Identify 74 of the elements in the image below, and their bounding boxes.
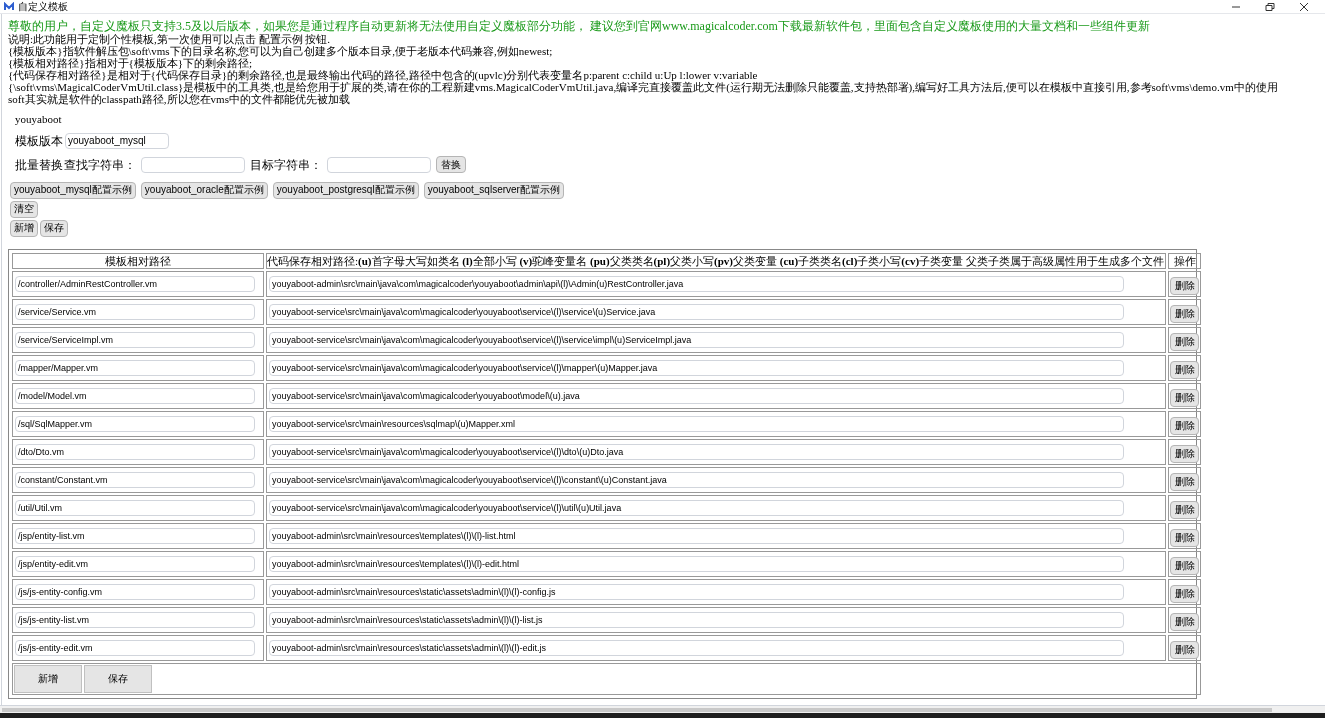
app-logo-icon: [4, 2, 14, 11]
template-path-field[interactable]: /js/js-entity-edit.vm: [15, 639, 255, 656]
add-button[interactable]: 新增: [14, 664, 82, 693]
output-path-field[interactable]: youyaboot-admin\src\main\resources\templates\(l)\(l)-edit.html: [269, 555, 1124, 572]
template-path-field[interactable]: /service/ServiceImpl.vm: [15, 331, 255, 348]
help-text: 说明:此功能用于定制个性模板,第一次使用可以点击 配置示例 按钮.: [8, 33, 332, 45]
output-path-field[interactable]: youyaboot-admin\src\main\resources\templates\(l)\(l)-list.html: [269, 527, 1124, 544]
template-path-field[interactable]: /controller/AdminRestController.vm: [15, 275, 255, 292]
template-path-field[interactable]: /constant/Constant.vm: [15, 471, 255, 488]
save-button[interactable]: 保存: [84, 664, 152, 693]
template-path-field[interactable]: /mapper/Mapper.vm: [15, 359, 255, 376]
delete-button[interactable]: 删除: [1170, 388, 1199, 407]
delete-button[interactable]: 删除: [1170, 416, 1199, 435]
output-path-field[interactable]: youyaboot-service\src\main\java\com\magicalcoder\youyaboot\service\(l)\util\(u)Util.java: [269, 499, 1124, 516]
example-config-button[interactable]: youyaboot_oracle配置示例: [140, 181, 268, 199]
example-config-button[interactable]: youyaboot_postgresql配置示例: [272, 181, 419, 199]
help-text: {模板版本}指软件解压包\soft\vms下的目录名称,您可以为自己创建多个版本目录,便于老版本代码兼容,例如newest;: [8, 45, 554, 57]
output-path-field[interactable]: youyaboot-service\src\main\java\com\magicalcoder\youyaboot\service\(l)\constant\(u)Constant.java: [269, 471, 1124, 488]
field-label: 批量替换: [15, 156, 63, 174]
example-config-button[interactable]: youyaboot_sqlserver配置示例: [423, 181, 564, 199]
template-path-field[interactable]: /sql/SqlMapper.vm: [15, 415, 255, 432]
column-header: 代码保存相对路径:(u)首字母大写如类名 (l)全部小写 (v)驼峰变量名 (pu)父类类名(pl)父类小写(pv)父类变量 (cu)子类类名(cl)子类小写(cv)子类变量 父类子类属于高级属性用于生成多个文件: [266, 252, 1166, 269]
output-path-field[interactable]: youyaboot-service\src\main\java\com\magicalcoder\youyaboot\service\(l)\mapper\(u)Mapper.java: [269, 359, 1124, 376]
output-path-field[interactable]: youyaboot-admin\src\main\resources\static\assets\admin\(l)\(l)-list.js: [269, 611, 1124, 628]
delete-button[interactable]: 删除: [1170, 276, 1199, 295]
replace-button[interactable]: 替换: [436, 156, 466, 173]
template-path-field[interactable]: /service/Service.vm: [15, 303, 255, 320]
template-path-field[interactable]: /jsp/entity-list.vm: [15, 527, 255, 544]
restore-icon[interactable]: [1265, 2, 1275, 11]
output-path-field[interactable]: youyaboot-admin\src\main\java\com\magicalcoder\youyaboot\admin\api\(l)\Admin(u)RestController.java: [269, 275, 1124, 292]
window-title: 自定义模板: [18, 0, 68, 13]
delete-button[interactable]: 删除: [1170, 500, 1199, 519]
delete-button[interactable]: 删除: [1170, 584, 1199, 603]
template-path-field[interactable]: /js/js-entity-config.vm: [15, 583, 255, 600]
delete-button[interactable]: 删除: [1170, 332, 1199, 351]
clear-button[interactable]: 清空: [10, 200, 38, 218]
column-header: 模板相对路径: [12, 252, 264, 269]
example-config-button[interactable]: youyaboot_mysql配置示例: [10, 181, 136, 199]
delete-button[interactable]: 删除: [1170, 360, 1199, 379]
help-text: soft其实就是软件的classpath路径,所以您在vms中的文件都能优先被加载: [8, 93, 351, 105]
delete-button[interactable]: 删除: [1170, 444, 1199, 463]
help-text: {模板相对路径}指相对于{模板版本}下的剩余路径;: [8, 57, 253, 69]
field-label: 目标字符串：: [250, 156, 322, 174]
project-name: youyaboot: [15, 112, 63, 127]
field-label: 查找字符串：: [64, 156, 136, 174]
find-string-field[interactable]: [141, 156, 245, 173]
notice-text: 尊敬的用户，自定义魔板只支持3.5及以后版本，如果您是通过程序自动更新将无法使用自定义魔板部分功能， 建议您到官网www.magicalcoder.com下载最新软件包，里面包含自定义魔板使用的大量文档和一些组件更新: [8, 20, 1151, 33]
output-path-field[interactable]: youyaboot-service\src\main\java\com\magicalcoder\youyaboot\service\(l)\service\(u)Service.java: [269, 303, 1124, 320]
target-string-field[interactable]: [327, 156, 431, 173]
template-version-field[interactable]: youyaboot_mysql: [65, 132, 169, 149]
template-path-field[interactable]: /util/Util.vm: [15, 499, 255, 516]
delete-button[interactable]: 删除: [1170, 556, 1199, 575]
output-path-field[interactable]: youyaboot-service\src\main\java\com\magicalcoder\youyaboot\service\(l)\service\impl\(u)ServiceImpl.java: [269, 331, 1124, 348]
template-path-field[interactable]: /dto/Dto.vm: [15, 443, 255, 460]
output-path-field[interactable]: youyaboot-service\src\main\resources\sqlmap\(u)Mapper.xml: [269, 415, 1124, 432]
output-path-field[interactable]: youyaboot-service\src\main\java\com\magicalcoder\youyaboot\model\(u).java: [269, 387, 1124, 404]
help-text: {\soft\vms\MagicalCoderVmUtil.class}是模板中的工具类,也是给您用于扩展的类,请在你的工程新建vms.MagicalCoderVmUtil.java,编译完直接覆盖此文件(运行期无法删除只能覆盖,支持热部署),编写好工具方法后,便可以在模板中直接引用,参考soft\vms\demo.vm中的使用: [8, 81, 1279, 93]
delete-button[interactable]: 删除: [1170, 472, 1199, 491]
close-icon[interactable]: [1299, 2, 1309, 11]
output-path-field[interactable]: youyaboot-admin\src\main\resources\static\assets\admin\(l)\(l)-config.js: [269, 583, 1124, 600]
output-path-field[interactable]: youyaboot-service\src\main\java\com\magicalcoder\youyaboot\service\(l)\dto\(u)Dto.java: [269, 443, 1124, 460]
output-path-field[interactable]: youyaboot-admin\src\main\resources\static\assets\admin\(l)\(l)-edit.js: [269, 639, 1124, 656]
save-button[interactable]: 保存: [40, 219, 68, 237]
help-text: {代码保存相对路径}是相对于{代码保存目录}的剩余路径,也是最终输出代码的路径,路径中包含的(upvlc)分别代表变量名p:parent c:child u:Up l:lower v:variable: [8, 69, 759, 81]
delete-button[interactable]: 删除: [1170, 528, 1199, 547]
delete-button[interactable]: 删除: [1170, 640, 1199, 659]
template-path-field[interactable]: /js/js-entity-list.vm: [15, 611, 255, 628]
delete-button[interactable]: 删除: [1170, 304, 1199, 323]
template-path-field[interactable]: /model/Model.vm: [15, 387, 255, 404]
template-path-field[interactable]: /jsp/entity-edit.vm: [15, 555, 255, 572]
field-label: 模板版本: [15, 132, 63, 150]
column-header: 操作: [1168, 252, 1201, 269]
delete-button[interactable]: 删除: [1170, 612, 1199, 631]
add-button[interactable]: 新增: [10, 219, 38, 237]
